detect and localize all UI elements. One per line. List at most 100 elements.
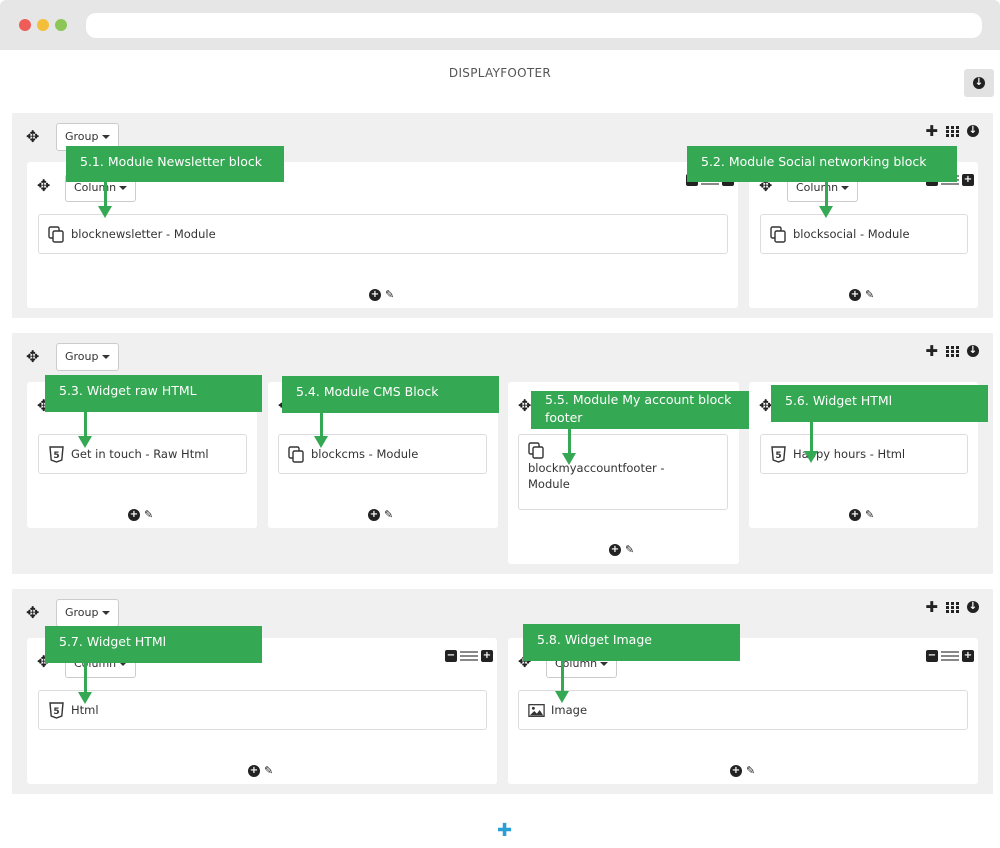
- add-module-icon[interactable]: +: [849, 509, 861, 521]
- add-module-icon[interactable]: +: [609, 544, 621, 556]
- module-blocknewsletter[interactable]: blocknewsletter - Module: [38, 214, 728, 254]
- decrease-width-icon[interactable]: −: [445, 650, 457, 662]
- arrow-down-circle-icon: ↓: [973, 77, 985, 89]
- add-module-icon[interactable]: +: [128, 509, 140, 521]
- decrease-width-icon[interactable]: −: [926, 650, 938, 662]
- column-footer-actions: + ✎: [128, 509, 153, 521]
- add-module-icon[interactable]: +: [369, 289, 381, 301]
- module-blockcms[interactable]: blockcms - Module: [278, 434, 487, 474]
- column-toolbar: − +: [445, 650, 493, 662]
- close-window-dot[interactable]: [19, 19, 31, 31]
- callout-5-2: 5.2. Module Social networking block: [687, 146, 957, 182]
- collapse-group-icon[interactable]: ↓: [967, 125, 979, 137]
- grid-layout-icon[interactable]: [946, 601, 959, 613]
- group-2: ✥ Group ✚ ↓ ✥ 5 Get in touch - Raw Html …: [12, 333, 993, 574]
- column-footer-actions: + ✎: [730, 765, 755, 777]
- svg-text:5: 5: [53, 707, 59, 717]
- callout-5-4: 5.4. Module CMS Block: [282, 376, 499, 413]
- edit-icon[interactable]: ✎: [385, 289, 394, 301]
- grid-layout-icon[interactable]: [946, 345, 959, 357]
- add-module-icon[interactable]: +: [849, 289, 861, 301]
- module-blocksocial[interactable]: blocksocial - Module: [760, 214, 968, 254]
- callout-5-6: 5.6. Widget HTMl: [771, 385, 988, 422]
- module-label-line2: Module: [528, 477, 570, 491]
- module-label: Image: [551, 703, 588, 717]
- callout-5-5: 5.5. Module My account block footer: [531, 391, 749, 429]
- add-group-icon[interactable]: ✚: [497, 822, 512, 840]
- callout-5-3: 5.3. Widget raw HTML: [45, 375, 262, 412]
- group-3: ✥ Group ✚ ↓ ✥ Column − + 5 Html + ✎ ✥ Co…: [12, 589, 993, 794]
- column-footer-actions: + ✎: [849, 509, 874, 521]
- image-icon: [528, 702, 545, 719]
- caret-down-icon: [101, 355, 110, 359]
- module-label: blocknewsletter - Module: [71, 227, 216, 241]
- move-icon[interactable]: ✥: [26, 349, 39, 365]
- increase-width-icon[interactable]: +: [962, 174, 974, 186]
- column-footer-actions: + ✎: [368, 509, 393, 521]
- caret-down-icon: [600, 662, 609, 666]
- callout-5-7: 5.7. Widget HTMl: [45, 626, 262, 663]
- module-image[interactable]: Image: [518, 690, 968, 730]
- column-toolbar: − +: [926, 650, 974, 662]
- edit-icon[interactable]: ✎: [625, 544, 634, 556]
- grid-layout-icon[interactable]: [946, 125, 959, 137]
- module-blockmyaccountfooter[interactable]: blockmyaccountfooter - Module: [518, 434, 728, 510]
- module-label: blockmyaccountfooter -: [528, 461, 665, 475]
- edit-icon[interactable]: ✎: [746, 765, 755, 777]
- column-width-icon: [460, 651, 478, 661]
- group-dropdown-button[interactable]: Group: [56, 599, 119, 627]
- module-icon: [528, 442, 545, 459]
- callout-arrow: [804, 422, 818, 463]
- module-icon: [288, 445, 305, 463]
- module-happy-hours[interactable]: 5 Happy hours - Html: [760, 434, 968, 474]
- address-bar[interactable]: [86, 13, 982, 38]
- module-label: blocksocial - Module: [793, 227, 910, 241]
- edit-icon[interactable]: ✎: [384, 509, 393, 521]
- increase-width-icon[interactable]: +: [481, 650, 493, 662]
- module-icon: [48, 225, 65, 243]
- group-1: ✥ Group ✚ ↓ ✥ Column − + blocknewsletter…: [12, 113, 993, 318]
- add-column-icon[interactable]: ✚: [925, 344, 938, 359]
- svg-text:5: 5: [775, 451, 781, 461]
- callout-arrow: [78, 412, 92, 448]
- module-label: Get in touch - Raw Html: [71, 447, 209, 461]
- collapse-group-icon[interactable]: ↓: [967, 345, 979, 357]
- add-module-icon[interactable]: +: [730, 765, 742, 777]
- column-footer-actions: + ✎: [248, 765, 273, 777]
- move-icon[interactable]: ✥: [37, 178, 50, 194]
- column-footer-actions: + ✎: [369, 289, 394, 301]
- edit-icon[interactable]: ✎: [865, 509, 874, 521]
- increase-width-icon[interactable]: +: [962, 650, 974, 662]
- collapse-group-icon[interactable]: ↓: [967, 601, 979, 613]
- callout-arrow: [562, 429, 576, 465]
- callout-arrow: [555, 661, 569, 703]
- move-icon[interactable]: ✥: [26, 129, 39, 145]
- browser-chrome: [0, 0, 1000, 50]
- module-label: blockcms - Module: [311, 447, 419, 461]
- caret-down-icon: [841, 186, 850, 190]
- move-icon[interactable]: ✥: [26, 605, 39, 621]
- group-toolbar: ✚ ↓: [925, 344, 979, 359]
- html5-icon: 5: [770, 445, 787, 463]
- module-icon: [770, 225, 787, 243]
- group-toolbar: ✚ ↓: [925, 124, 979, 139]
- move-icon[interactable]: ✥: [518, 398, 531, 414]
- group-dropdown-button[interactable]: Group: [56, 343, 119, 371]
- callout-arrow: [78, 663, 92, 704]
- edit-icon[interactable]: ✎: [264, 765, 273, 777]
- add-column-icon[interactable]: ✚: [925, 124, 938, 139]
- add-module-icon[interactable]: +: [368, 509, 380, 521]
- page: DISPLAYFOOTER ↓ ✥ Group ✚ ↓ ✥ Column − +…: [0, 0, 1000, 848]
- add-module-icon[interactable]: +: [248, 765, 260, 777]
- collapse-button[interactable]: ↓: [964, 69, 994, 97]
- edit-icon[interactable]: ✎: [144, 509, 153, 521]
- edit-icon[interactable]: ✎: [865, 289, 874, 301]
- caret-down-icon: [101, 135, 110, 139]
- maximize-window-dot[interactable]: [55, 19, 67, 31]
- module-get-in-touch[interactable]: 5 Get in touch - Raw Html: [38, 434, 247, 474]
- page-title: DISPLAYFOOTER: [448, 66, 552, 80]
- add-column-icon[interactable]: ✚: [925, 600, 938, 615]
- minimize-window-dot[interactable]: [37, 19, 49, 31]
- module-label: Html: [71, 703, 99, 717]
- module-html[interactable]: 5 Html: [38, 690, 487, 730]
